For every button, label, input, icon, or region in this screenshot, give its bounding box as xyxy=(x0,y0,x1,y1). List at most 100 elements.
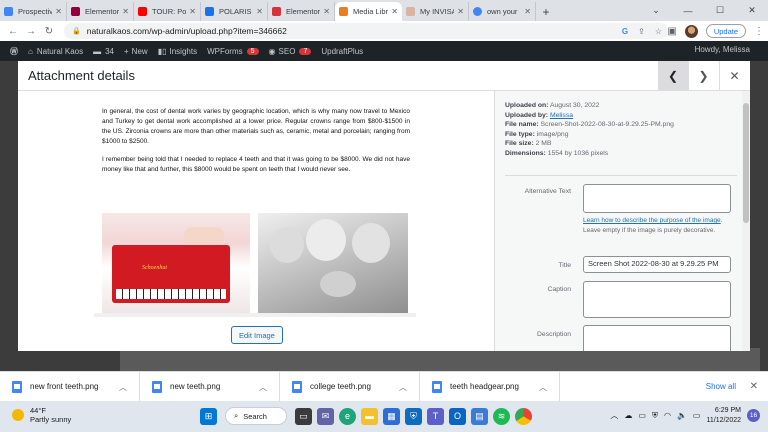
shield-icon[interactable]: ⛨ xyxy=(652,411,658,421)
security-icon[interactable]: ⛨ xyxy=(405,407,422,425)
downloads-bar: new front teeth.png ︿ new teeth.png ︿ coll… xyxy=(0,371,768,402)
show-all-downloads-link[interactable]: Show all xyxy=(706,382,736,391)
tab-favicon-icon xyxy=(138,7,147,16)
description-field[interactable] xyxy=(583,325,731,351)
child-figure xyxy=(352,223,390,263)
browser-tab-active[interactable]: Media Libr ✕ xyxy=(335,2,402,21)
tab-close-icon[interactable]: ✕ xyxy=(122,7,129,16)
lock-icon[interactable]: 🔒 xyxy=(72,27,81,35)
download-item[interactable]: teeth headgear.png ︿ xyxy=(420,371,560,402)
notification-badge[interactable]: 16 xyxy=(747,409,760,422)
outlook-icon[interactable]: O xyxy=(449,407,466,425)
download-item[interactable]: new front teeth.png ︿ xyxy=(0,371,140,402)
task-view-icon[interactable]: ▭ xyxy=(295,407,312,425)
tab-favicon-icon xyxy=(4,7,13,16)
new-tab-button[interactable]: + xyxy=(536,2,556,21)
title-field[interactable]: Screen Shot 2022-08-30 at 9.29.25 PM xyxy=(583,256,731,273)
store-icon[interactable]: ▦ xyxy=(383,407,400,425)
uploaded-by-link[interactable]: Melissa xyxy=(550,112,573,119)
file-explorer-icon[interactable]: ▬ xyxy=(361,407,378,425)
alt-text-help-link[interactable]: Learn how to describe the purpose of the… xyxy=(583,217,721,224)
title-label: Title xyxy=(558,262,571,269)
tab-close-icon[interactable]: ✕ xyxy=(55,7,62,16)
partly-sunny-icon xyxy=(12,409,24,421)
cloud-icon[interactable]: ☁ xyxy=(624,411,632,420)
reload-icon[interactable]: ↻ xyxy=(40,22,58,40)
start-windows-icon[interactable]: ⊞ xyxy=(200,407,217,425)
taskbar-search-button[interactable]: ⌕ Search xyxy=(225,407,287,425)
weather-widget[interactable]: 44°F Partly sunny xyxy=(12,406,71,424)
chevron-up-icon[interactable]: ︿ xyxy=(259,382,267,393)
close-downloads-icon[interactable]: ✕ xyxy=(750,381,758,392)
profile-avatar[interactable] xyxy=(684,24,698,38)
volume-icon[interactable]: 🔈 xyxy=(677,411,687,420)
wordpress-logo-icon[interactable]: Ⓦ xyxy=(10,46,18,57)
insights-link[interactable]: ▮▯ Insights xyxy=(158,47,197,56)
comments-link[interactable]: ▬ 34 xyxy=(93,47,114,56)
details-scrollbar[interactable] xyxy=(742,91,750,351)
wpforms-badge: 5 xyxy=(246,47,259,55)
updraftplus-link[interactable]: UpdraftPlus xyxy=(321,47,363,56)
seo-link[interactable]: ◉ SEO 7 xyxy=(269,47,312,56)
more-menu-icon[interactable]: ⋮ xyxy=(754,26,764,37)
site-name-link[interactable]: ⌂ Natural Kaos xyxy=(28,47,83,56)
edit-image-button[interactable]: Edit Image xyxy=(231,326,283,344)
google-icon[interactable]: G xyxy=(622,27,628,36)
maximize-icon[interactable]: ☐ xyxy=(704,0,736,21)
download-item[interactable]: new teeth.png ︿ xyxy=(140,371,280,402)
scrollbar-thumb[interactable] xyxy=(743,103,749,223)
chevron-up-icon[interactable]: ︿ xyxy=(399,382,407,393)
spotify-icon[interactable]: ≋ xyxy=(493,407,510,425)
updraft-label: UpdraftPlus xyxy=(321,46,364,56)
battery-icon[interactable]: ▭ xyxy=(693,411,701,420)
download-item[interactable]: college teeth.png ︿ xyxy=(280,371,420,402)
tab-close-icon[interactable]: ✕ xyxy=(256,7,263,16)
alt-text-field[interactable] xyxy=(583,184,731,213)
chat-icon[interactable]: ✉ xyxy=(317,407,334,425)
image-file-icon xyxy=(152,380,162,393)
howdy-user[interactable]: Howdy, Melissa xyxy=(695,45,750,54)
folder-icon[interactable]: ▭ xyxy=(638,411,646,420)
tab-title: Prospective xyxy=(18,7,52,16)
new-content-link[interactable]: + New xyxy=(124,47,148,56)
browser-tab[interactable]: own your ✕ xyxy=(469,2,536,21)
next-attachment-button[interactable]: ❯ xyxy=(688,61,718,91)
minimize-icon[interactable]: — xyxy=(672,0,704,21)
back-icon[interactable]: ← xyxy=(4,22,22,40)
chevron-up-icon[interactable]: ︿ xyxy=(539,382,547,393)
caption-label: Caption xyxy=(547,286,571,293)
tab-search-icon[interactable]: ⌄ xyxy=(640,0,672,21)
browser-tab[interactable]: Elementor ✕ xyxy=(268,2,335,21)
clock[interactable]: 6:29 PM 11/12/2022 xyxy=(706,406,741,425)
browser-tab[interactable]: POLARIS LI✕ xyxy=(201,2,268,21)
address-bar[interactable]: 🔒 naturalkaos.com/wp-admin/upload.php?it… xyxy=(64,23,668,39)
tab-close-icon[interactable]: ✕ xyxy=(391,7,398,16)
tab-close-icon[interactable]: ✕ xyxy=(457,7,464,16)
browser-tab[interactable]: My INVISA ✕ xyxy=(402,2,469,21)
update-button[interactable]: Update xyxy=(705,24,746,38)
chrome-icon[interactable] xyxy=(515,407,532,425)
teams-icon[interactable]: T xyxy=(427,407,444,425)
close-window-icon[interactable]: ✕ xyxy=(736,0,768,21)
browser-tab[interactable]: TOUR: Pola✕ xyxy=(134,2,201,21)
weather-condition: Partly sunny xyxy=(30,415,72,424)
tab-close-icon[interactable]: ✕ xyxy=(524,7,531,16)
share-icon[interactable]: ⇪ xyxy=(638,27,645,36)
wpforms-link[interactable]: WPForms 5 xyxy=(207,47,259,56)
sidepanel-icon[interactable]: ▣ xyxy=(667,26,676,37)
browser-toolbar: ← → ↻ 🔒 naturalkaos.com/wp-admin/upload.… xyxy=(0,21,768,41)
wifi-icon[interactable]: ◠ xyxy=(664,411,671,420)
browser-tab[interactable]: Prospective✕ xyxy=(0,2,67,21)
grid-app-icon[interactable]: ▤ xyxy=(471,407,488,425)
tab-close-icon[interactable]: ✕ xyxy=(189,7,196,16)
caption-field[interactable] xyxy=(583,281,731,318)
previous-attachment-button[interactable]: ❮ xyxy=(658,61,688,91)
browser-tab[interactable]: Elementor ✕ xyxy=(67,2,134,21)
edge-icon[interactable]: e xyxy=(339,407,356,425)
forward-icon[interactable]: → xyxy=(22,22,40,40)
tab-close-icon[interactable]: ✕ xyxy=(323,7,330,16)
close-modal-button[interactable]: ✕ xyxy=(719,61,749,91)
chevron-up-icon[interactable]: ︿ xyxy=(610,410,618,421)
chevron-up-icon[interactable]: ︿ xyxy=(119,382,127,393)
bookmark-star-icon[interactable]: ☆ xyxy=(655,27,662,36)
